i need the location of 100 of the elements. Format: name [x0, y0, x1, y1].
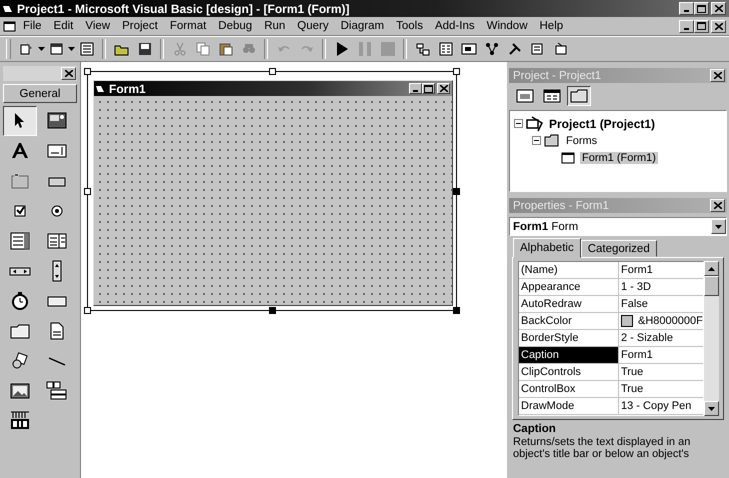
- form-window[interactable]: Form1: [93, 80, 453, 306]
- menu-item[interactable]: Window: [480, 19, 534, 33]
- property-name[interactable]: Caption: [519, 347, 619, 363]
- property-name[interactable]: ClipControls: [519, 364, 619, 380]
- menu-item[interactable]: File: [17, 19, 48, 33]
- property-name[interactable]: BackColor: [519, 313, 619, 329]
- scroll-down-icon: [708, 406, 715, 410]
- close-button[interactable]: [437, 83, 450, 94]
- menu-item[interactable]: Edit: [48, 19, 80, 33]
- close-icon: [714, 22, 722, 30]
- dropdown-arrow-icon[interactable]: [68, 47, 75, 51]
- panel-title: Properties - Form1: [513, 200, 610, 212]
- menu-item[interactable]: Project: [116, 19, 164, 33]
- minimize-button[interactable]: [679, 20, 694, 32]
- tree-item[interactable]: Forms: [564, 134, 600, 146]
- toolbox-tool[interactable]: [3, 106, 37, 136]
- close-button[interactable]: [711, 2, 726, 15]
- property-name[interactable]: DrawMode: [519, 398, 619, 414]
- collapse-toggle[interactable]: [514, 119, 523, 128]
- maximize-button[interactable]: [422, 83, 435, 94]
- object-browser-icon: [484, 41, 500, 57]
- stop-icon: [380, 41, 396, 57]
- property-name[interactable]: BorderStyle: [519, 330, 619, 346]
- property-value[interactable]: False: [619, 296, 703, 312]
- property-value[interactable]: 1 - 3D: [619, 279, 703, 295]
- menu-item[interactable]: Run: [258, 19, 292, 33]
- code-window-icon: [516, 89, 534, 103]
- save-icon: [136, 41, 152, 57]
- menu-item[interactable]: Debug: [212, 19, 258, 33]
- property-value[interactable]: True: [619, 381, 703, 397]
- tab[interactable]: Categorized: [580, 240, 657, 257]
- close-button[interactable]: [711, 20, 726, 32]
- property-value[interactable]: 2 - Sizable: [619, 330, 703, 346]
- close-icon: [714, 5, 722, 12]
- minimize-button[interactable]: [409, 83, 422, 94]
- ole-container-icon: [9, 410, 31, 432]
- property-value[interactable]: Form1: [619, 347, 703, 363]
- maximize-button[interactable]: [694, 2, 709, 15]
- paste-icon: [218, 41, 234, 57]
- component-manager-icon: [552, 41, 568, 57]
- resize-handle[interactable]: [453, 68, 460, 75]
- combo-box-icon: [9, 230, 31, 252]
- menu-item[interactable]: Query: [291, 19, 335, 33]
- tree-item[interactable]: Project1 (Project1): [547, 116, 658, 130]
- minimize-button[interactable]: [679, 2, 694, 15]
- maximize-button[interactable]: [694, 20, 709, 32]
- menu-item[interactable]: Format: [164, 19, 212, 33]
- resize-handle[interactable]: [269, 307, 276, 314]
- resize-handle[interactable]: [84, 68, 91, 75]
- collapse-toggle[interactable]: [532, 136, 541, 145]
- property-value[interactable]: 13 - Copy Pen: [619, 398, 703, 414]
- dropdown-arrow-icon[interactable]: [38, 47, 45, 51]
- property-value[interactable]: &H8000000F: [619, 313, 703, 329]
- tab[interactable]: Alphabetic: [513, 238, 581, 258]
- close-button[interactable]: [710, 69, 725, 82]
- close-button[interactable]: [61, 67, 76, 80]
- data-control-icon: [46, 380, 68, 402]
- stopwatch-icon: [9, 290, 31, 312]
- dropdown-button[interactable]: [711, 219, 726, 234]
- resize-handle[interactable]: [84, 307, 91, 314]
- app-icon: [3, 4, 13, 13]
- break-icon: [356, 41, 372, 57]
- property-value[interactable]: True: [619, 364, 703, 380]
- resize-handle[interactable]: [269, 68, 276, 75]
- menu-item[interactable]: Help: [534, 19, 570, 33]
- resize-handle[interactable]: [84, 188, 91, 195]
- scroll-up-icon: [708, 266, 715, 270]
- property-name[interactable]: (Name): [519, 262, 619, 278]
- maximize-icon: [697, 4, 706, 12]
- object-dropdown[interactable]: Form1 Form: [509, 217, 727, 236]
- caret-icon: [715, 224, 722, 228]
- scroll-bar[interactable]: [704, 261, 719, 416]
- toggle-folders-button[interactable]: [567, 86, 591, 106]
- form-icon: [3, 20, 17, 32]
- add-project-icon: [18, 41, 34, 57]
- property-value[interactable]: Form1: [619, 262, 703, 278]
- tree-item[interactable]: Form1 (Form1): [580, 152, 658, 164]
- menu-item[interactable]: View: [79, 19, 116, 33]
- properties-icon: [438, 41, 454, 57]
- close-icon: [714, 72, 722, 79]
- close-button[interactable]: [710, 199, 725, 212]
- menu-item[interactable]: Diagram: [334, 19, 390, 33]
- window-title: Project1 - Microsoft Visual Basic [design] - [Form1 (Form)]: [17, 2, 350, 16]
- toolbox-icon: [506, 41, 522, 57]
- property-name[interactable]: AutoRedraw: [519, 296, 619, 312]
- data-view-icon: [530, 41, 546, 57]
- toolbox-tab[interactable]: General: [3, 84, 77, 103]
- menu-item[interactable]: Add-Ins: [428, 19, 481, 33]
- add-form-icon: [48, 41, 64, 57]
- form-window-icon: [543, 89, 561, 103]
- description-text: Returns/sets the text displayed in an object's title bar or below an object's: [513, 436, 692, 460]
- scroll-thumb[interactable]: [704, 276, 719, 296]
- form-layout-icon: [460, 41, 476, 57]
- close-icon: [64, 70, 72, 77]
- property-name[interactable]: Appearance: [519, 279, 619, 295]
- resize-handle[interactable]: [453, 188, 460, 195]
- property-name[interactable]: ControlBox: [519, 381, 619, 397]
- resize-handle[interactable]: [453, 307, 460, 314]
- menu-editor-icon: [78, 41, 94, 57]
- menu-item[interactable]: Tools: [390, 19, 429, 33]
